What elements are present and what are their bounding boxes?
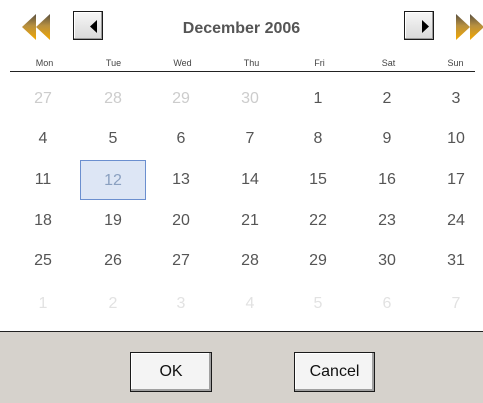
day-cell[interactable]: 19	[80, 201, 146, 241]
day-cell[interactable]: 6	[148, 119, 214, 159]
day-cell[interactable]: 20	[148, 201, 214, 241]
day-cell[interactable]: 18	[10, 201, 76, 241]
day-cell[interactable]: 15	[285, 160, 351, 200]
day-cell[interactable]: 5	[80, 119, 146, 159]
weekday-label: Mon	[35, 58, 54, 68]
ok-button[interactable]: OK	[130, 352, 212, 392]
day-cell[interactable]: 11	[10, 160, 76, 200]
day-cell[interactable]: 26	[80, 241, 146, 281]
day-cell[interactable]: 4	[10, 119, 76, 159]
right-triangle-icon	[422, 20, 429, 33]
day-cell[interactable]: 14	[217, 160, 283, 200]
day-cell[interactable]: 4	[217, 284, 283, 324]
day-cell[interactable]: 22	[285, 201, 351, 241]
day-cell[interactable]: 7	[423, 284, 483, 324]
weekday-label: Fri	[314, 58, 325, 68]
day-cell[interactable]: 30	[217, 79, 283, 119]
weekday-label: Sat	[381, 58, 396, 68]
day-cell[interactable]: 21	[217, 201, 283, 241]
day-cell[interactable]: 17	[423, 160, 483, 200]
selected-day-cell[interactable]: 12	[80, 160, 146, 200]
weekday-header: Mon Tue Wed Thu Fri Sat Sun	[0, 58, 483, 70]
day-cell[interactable]: 13	[148, 160, 214, 200]
weekday-label: Sun	[447, 58, 464, 68]
day-cell[interactable]: 16	[354, 160, 420, 200]
next-year-button[interactable]	[448, 12, 483, 40]
day-cell[interactable]: 27	[10, 79, 76, 119]
day-cell[interactable]: 3	[148, 284, 214, 324]
day-cell[interactable]: 27	[148, 241, 214, 281]
day-cell[interactable]: 9	[354, 119, 420, 159]
day-cell[interactable]: 25	[10, 241, 76, 281]
double-right-arrow-icon	[456, 14, 483, 40]
next-month-button[interactable]	[404, 11, 434, 40]
day-grid: 27 28 29 30 1 2 3 4 5 6 7 8 9 10 11 12 13 14 15 16 17 18 19 20 2…	[0, 79, 483, 324]
day-cell[interactable]: 29	[148, 79, 214, 119]
day-cell[interactable]: 1	[10, 284, 76, 324]
day-cell[interactable]: 5	[285, 284, 351, 324]
header-divider	[10, 71, 475, 72]
day-cell[interactable]: 2	[354, 79, 420, 119]
cancel-button[interactable]: Cancel	[294, 352, 375, 392]
day-cell[interactable]: 29	[285, 241, 351, 281]
weekday-label: Wed	[173, 58, 192, 68]
dialog-footer: OK Cancel	[0, 331, 483, 403]
day-cell[interactable]: 1	[285, 79, 351, 119]
day-cell[interactable]: 24	[423, 201, 483, 241]
day-cell[interactable]: 30	[354, 241, 420, 281]
day-cell[interactable]: 2	[80, 284, 146, 324]
day-cell[interactable]: 8	[285, 119, 351, 159]
day-cell[interactable]: 6	[354, 284, 420, 324]
day-cell[interactable]: 31	[423, 241, 483, 281]
weekday-label: Tue	[105, 58, 122, 68]
day-cell[interactable]: 23	[354, 201, 420, 241]
day-cell[interactable]: 28	[217, 241, 283, 281]
day-cell[interactable]: 28	[80, 79, 146, 119]
weekday-label: Thu	[243, 58, 260, 68]
day-cell[interactable]: 7	[217, 119, 283, 159]
day-cell[interactable]: 10	[423, 119, 483, 159]
day-cell[interactable]: 3	[423, 79, 483, 119]
